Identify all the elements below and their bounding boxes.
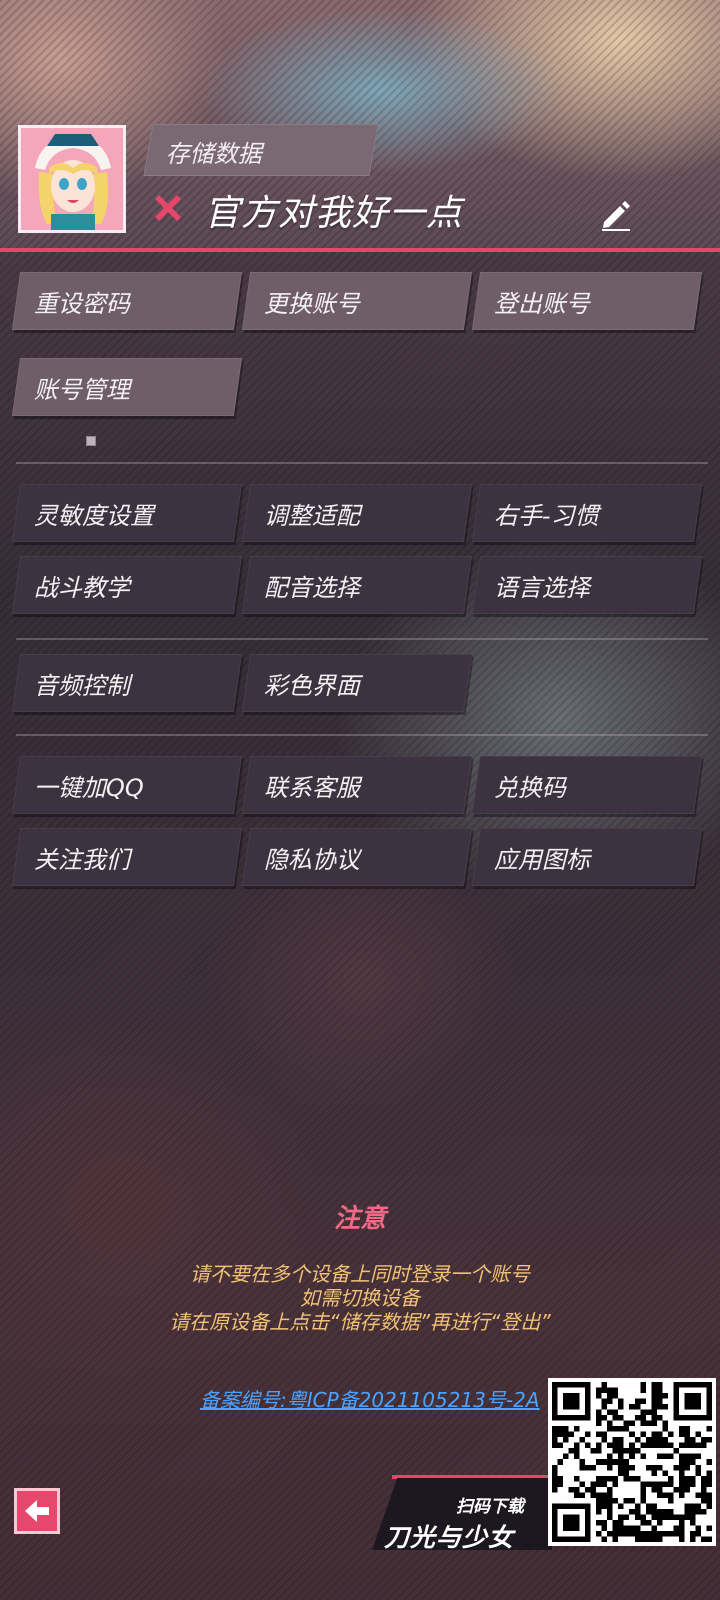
switch-account-button[interactable]: 更换账号 (241, 272, 473, 330)
notice-line: 请在原设备上点击“储存数据”再进行“登出” (169, 1310, 551, 1334)
voice-selection-button[interactable]: 配音选择 (241, 556, 473, 614)
app-icon-button[interactable]: 应用图标 (471, 828, 703, 886)
section-divider (16, 462, 708, 464)
game-logo-text: 刀光与少女 (384, 1523, 515, 1552)
voice-selection-label: 配音选择 (263, 574, 360, 602)
app-icon-label: 应用图标 (493, 846, 590, 874)
section-divider (16, 734, 708, 736)
adjust-layout-button[interactable]: 调整适配 (241, 484, 473, 542)
icp-record-link[interactable]: 备案编号:粤ICP备2021105213号-2A (200, 1384, 540, 1413)
avatar[interactable] (18, 125, 126, 233)
contact-support-button[interactable]: 联系客服 (241, 756, 473, 814)
logout-button[interactable]: 登出账号 (471, 272, 703, 330)
scan-download-label: 扫码下载 (456, 1497, 524, 1517)
combat-tutorial-label: 战斗教学 (33, 574, 130, 602)
audio-control-label: 音频控制 (33, 672, 130, 700)
sensitivity-settings-label: 灵敏度设置 (33, 502, 154, 530)
back-arrow-icon (25, 1500, 49, 1522)
notice-title: 注意 (333, 1204, 386, 1234)
x-icon (155, 195, 181, 221)
adjust-layout-label: 调整适配 (263, 502, 360, 530)
settings-screen: 存储数据 官方对我好一点 重设密码 更换账号 登出账号 账号管理 灵敏度设置 调… (0, 0, 720, 1600)
profile-header: 存储数据 官方对我好一点 (0, 0, 720, 252)
handedness-button[interactable]: 右手-习惯 (471, 484, 703, 542)
color-ui-button[interactable]: 彩色界面 (241, 654, 473, 712)
reset-password-label: 重设密码 (33, 290, 130, 318)
redeem-code-button[interactable]: 兑换码 (471, 756, 703, 814)
privacy-policy-label: 隐私协议 (263, 846, 360, 874)
pencil-icon[interactable] (598, 196, 634, 232)
sensitivity-settings-button[interactable]: 灵敏度设置 (11, 484, 243, 542)
section-divider (16, 638, 708, 640)
save-data-label: 存储数据 (165, 140, 262, 168)
download-qr-code[interactable] (548, 1378, 716, 1546)
qr-code-icon (552, 1382, 712, 1542)
audio-control-button[interactable]: 音频控制 (11, 654, 243, 712)
redeem-code-label: 兑换码 (493, 774, 566, 802)
language-selection-label: 语言选择 (493, 574, 590, 602)
reset-password-button[interactable]: 重设密码 (11, 272, 243, 330)
save-data-button[interactable]: 存储数据 (143, 124, 379, 176)
account-management-label: 账号管理 (33, 376, 130, 404)
avatar-character-icon (21, 128, 123, 230)
back-button[interactable] (14, 1488, 60, 1534)
account-management-button[interactable]: 账号管理 (11, 358, 243, 416)
small-marker (86, 436, 96, 446)
join-qq-button[interactable]: 一键加QQ (11, 756, 243, 814)
privacy-policy-button[interactable]: 隐私协议 (241, 828, 473, 886)
join-qq-label: 一键加QQ (33, 774, 144, 802)
logout-label: 登出账号 (493, 290, 590, 318)
header-accent-line (0, 248, 720, 252)
follow-us-label: 关注我们 (33, 846, 130, 874)
username: 官方对我好一点 (204, 193, 464, 234)
switch-account-label: 更换账号 (263, 290, 360, 318)
contact-support-label: 联系客服 (263, 774, 360, 802)
color-ui-label: 彩色界面 (263, 672, 360, 700)
handedness-label: 右手-习惯 (493, 502, 599, 530)
follow-us-button[interactable]: 关注我们 (11, 828, 243, 886)
language-selection-button[interactable]: 语言选择 (471, 556, 703, 614)
combat-tutorial-button[interactable]: 战斗教学 (11, 556, 243, 614)
